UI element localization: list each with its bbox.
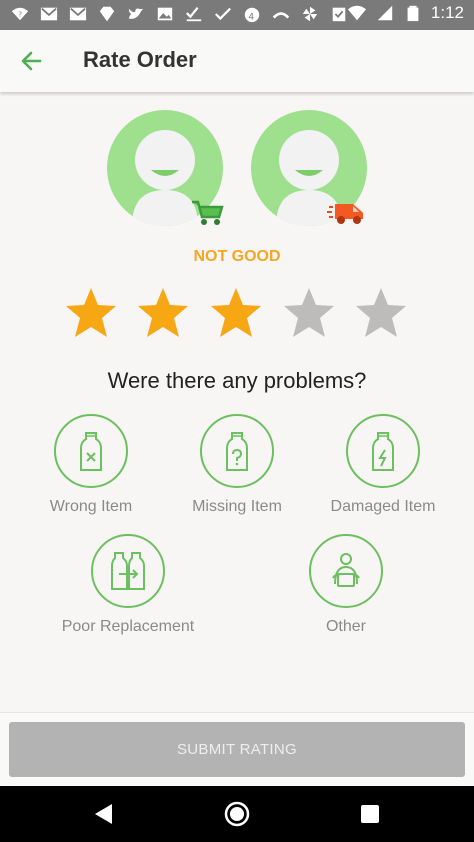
pinwheel-icon [300, 4, 320, 24]
person-box-icon [332, 553, 360, 587]
back-button[interactable] [16, 47, 48, 75]
app-bar: Rate Order [0, 30, 474, 92]
bottle-x-icon [80, 432, 102, 471]
star-3[interactable] [209, 286, 263, 340]
back-triangle-icon[interactable] [90, 800, 118, 828]
home-circle-icon[interactable] [223, 800, 251, 828]
problem-poor-replacement[interactable]: Poor Replacement [53, 534, 203, 636]
rating-label: NOT GOOD [193, 248, 281, 265]
problem-label: Poor Replacement [61, 618, 195, 635]
wifi-question-icon: ? [10, 4, 30, 24]
star-1[interactable] [64, 286, 118, 340]
recents-square-icon[interactable] [356, 800, 384, 828]
krdn-news-icon: 4 [242, 4, 262, 24]
star-4[interactable] [282, 286, 336, 340]
battery-icon [403, 3, 423, 23]
system-navigation-bar [0, 786, 474, 842]
wifi-icon [347, 3, 367, 23]
submit-rating-button[interactable]: SUBMIT RATING [9, 722, 465, 777]
bottle-broken-icon [372, 432, 394, 471]
svg-text:?: ? [18, 10, 22, 19]
problem-label: Other [325, 618, 366, 635]
twitter-icon [126, 4, 146, 24]
gmail-icon [68, 4, 88, 24]
problem-wrong-item[interactable]: Wrong Item [16, 414, 166, 516]
status-bar: ? 4 1:12 [0, 0, 474, 30]
arrow-left-icon [21, 51, 42, 71]
check-icon [213, 4, 233, 24]
bottle-question-icon [226, 432, 248, 471]
problem-label: Missing Item [192, 498, 282, 515]
star-rating[interactable] [64, 286, 414, 340]
status-time: 1:12 [430, 3, 464, 22]
photo-icon [155, 4, 175, 24]
gmail-icon [39, 4, 59, 24]
diamond-icon [97, 4, 117, 24]
missed-call-icon [271, 4, 291, 24]
delivery-van-icon [327, 199, 367, 232]
problem-label: Wrong Item [49, 498, 133, 515]
problem-other[interactable]: Other [271, 534, 421, 636]
problem-missing-item[interactable]: Missing Item [162, 414, 312, 516]
signal-icon [375, 3, 395, 23]
star-2[interactable] [136, 286, 190, 340]
bottles-swap-icon [111, 552, 145, 590]
page-title: Rate Order [83, 47, 197, 72]
star-5[interactable] [354, 286, 408, 340]
problem-label: Damaged Item [330, 498, 436, 515]
checklist-icon [184, 4, 204, 24]
svg-text:4: 4 [248, 12, 254, 22]
shopping-cart-icon [191, 199, 225, 232]
problems-question: Were there any problems? [107, 368, 367, 393]
problem-damaged-item[interactable]: Damaged Item [308, 414, 458, 516]
